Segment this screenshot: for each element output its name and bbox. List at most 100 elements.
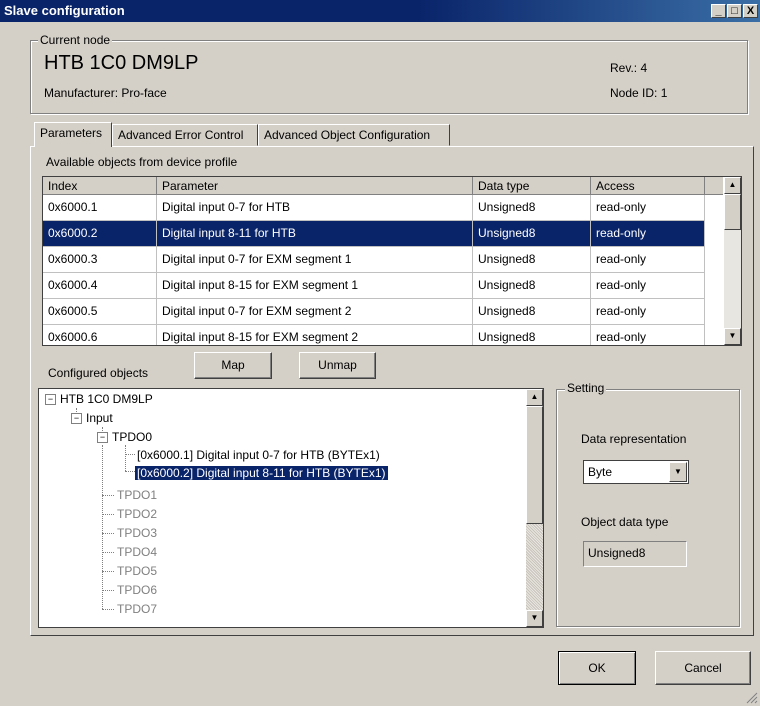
object-data-type-label: Object data type [581, 515, 669, 529]
window-title: Slave configuration [4, 3, 125, 18]
configured-objects-caption: Configured objects [48, 366, 149, 380]
tab-parameters[interactable]: Parameters [34, 122, 112, 147]
tab-advanced-object-configuration[interactable]: Advanced Object Configuration [258, 124, 450, 146]
tree-line [125, 471, 135, 472]
tree-entry-selected[interactable]: [0x6000.2] Digital input 8-11 for HTB (B… [134, 465, 389, 482]
tree-node-label: HTB 1C0 DM9LP [60, 392, 153, 406]
table-row[interactable]: 0x6000.5 Digital input 0-7 for EXM segme… [43, 299, 723, 325]
tree-node-tpdo0[interactable]: − TPDO0 [97, 429, 152, 446]
node-id-label: Node ID: 1 [610, 86, 668, 100]
cancel-button[interactable]: Cancel [655, 651, 751, 685]
data-representation-label: Data representation [581, 432, 687, 446]
header-filler [705, 177, 723, 195]
cell-data-type: Unsigned8 [473, 325, 591, 345]
unmap-button[interactable]: Unmap [299, 352, 376, 379]
available-objects-table[interactable]: Index Parameter Data type Access 0x6000.… [42, 176, 742, 346]
collapse-icon[interactable]: − [45, 394, 56, 406]
cell-index: 0x6000.3 [43, 247, 157, 273]
cell-index: 0x6000.5 [43, 299, 157, 325]
cell-parameter: Digital input 8-15 for EXM segment 2 [157, 325, 473, 345]
tree-node-tpdo3[interactable]: TPDO3 [117, 525, 157, 542]
cell-data-type: Unsigned8 [473, 273, 591, 299]
data-representation-select[interactable]: Byte ▼ [583, 460, 689, 484]
tree-line [102, 609, 114, 610]
revision-label: Rev.: 4 [610, 61, 648, 75]
tree-node-tpdo2[interactable]: TPDO2 [117, 506, 157, 523]
chevron-down-icon[interactable]: ▼ [669, 462, 687, 482]
cell-parameter: Digital input 8-15 for EXM segment 1 [157, 273, 473, 299]
scroll-down-icon[interactable]: ▼ [526, 610, 543, 627]
tree-node-tpdo7[interactable]: TPDO7 [117, 601, 157, 618]
configured-objects-tree[interactable]: − HTB 1C0 DM9LP − Input − TPDO0 [0x6000.1] … [38, 388, 544, 628]
node-name: HTB 1C0 DM9LP [44, 52, 199, 74]
cell-parameter: Digital input 8-11 for HTB [157, 221, 473, 247]
tree-line [102, 590, 114, 591]
tree-line [125, 445, 126, 471]
tree-node-tpdo5[interactable]: TPDO5 [117, 563, 157, 580]
table-row[interactable]: 0x6000.6 Digital input 8-15 for EXM segm… [43, 325, 723, 345]
column-header-data-type[interactable]: Data type [473, 177, 591, 195]
cell-index: 0x6000.2 [43, 221, 157, 247]
column-header-index[interactable]: Index [43, 177, 157, 195]
cell-index: 0x6000.4 [43, 273, 157, 299]
cell-data-type: Unsigned8 [473, 195, 591, 221]
tree-line [102, 533, 114, 534]
cell-parameter: Digital input 0-7 for HTB [157, 195, 473, 221]
table-scrollbar[interactable]: ▲ ▼ [724, 177, 741, 345]
tree-node-tpdo1[interactable]: TPDO1 [117, 487, 157, 504]
tree-node-tpdo4[interactable]: TPDO4 [117, 544, 157, 561]
cell-index: 0x6000.6 [43, 325, 157, 345]
current-node-legend: Current node [38, 33, 113, 47]
resize-grip-icon[interactable] [744, 690, 758, 704]
close-button[interactable]: X [743, 4, 758, 18]
tab-advanced-error-control[interactable]: Advanced Error Control [112, 124, 258, 146]
manufacturer-label: Manufacturer: Pro-face [44, 86, 167, 100]
cell-index: 0x6000.1 [43, 195, 157, 221]
tree-line [125, 454, 135, 455]
collapse-icon[interactable]: − [97, 432, 108, 444]
table-row[interactable]: 0x6000.1 Digital input 0-7 for HTB Unsig… [43, 195, 723, 221]
column-header-parameter[interactable]: Parameter [157, 177, 473, 195]
setting-group [556, 389, 740, 627]
cell-access: read-only [591, 325, 705, 345]
cell-data-type: Unsigned8 [473, 247, 591, 273]
table-row[interactable]: 0x6000.3 Digital input 0-7 for EXM segme… [43, 247, 723, 273]
tree-scrollbar[interactable]: ▲ ▼ [526, 389, 543, 627]
tree-line [102, 445, 103, 609]
title-bar: Slave configuration _ □ X [0, 0, 760, 22]
tree-line [102, 514, 114, 515]
table-row-selected[interactable]: 0x6000.2 Digital input 8-11 for HTB Unsi… [43, 221, 723, 247]
tree-node-label: TPDO0 [112, 430, 153, 444]
tree-line [102, 495, 114, 496]
cell-access: read-only [591, 273, 705, 299]
cell-access: read-only [591, 299, 705, 325]
tree-node-input[interactable]: − Input [71, 410, 113, 427]
tree-line [102, 552, 114, 553]
cell-access: read-only [591, 221, 705, 247]
table-row[interactable]: 0x6000.4 Digital input 8-15 for EXM segm… [43, 273, 723, 299]
scroll-thumb[interactable] [724, 194, 741, 230]
scroll-down-icon[interactable]: ▼ [724, 328, 741, 345]
available-objects-caption: Available objects from device profile [46, 155, 238, 169]
tree-entry-label: [0x6000.1] Digital input 0-7 for HTB (BY… [137, 448, 380, 462]
maximize-button[interactable]: □ [727, 4, 742, 18]
tree-node-tpdo6[interactable]: TPDO6 [117, 582, 157, 599]
tree-node-root[interactable]: − HTB 1C0 DM9LP [45, 391, 153, 408]
ok-button[interactable]: OK [558, 651, 636, 685]
tree-line [102, 571, 114, 572]
collapse-icon[interactable]: − [71, 413, 82, 425]
select-value: Byte [588, 465, 613, 479]
scroll-up-icon[interactable]: ▲ [526, 389, 543, 406]
setting-legend: Setting [565, 381, 607, 395]
tree-node-label: Input [86, 411, 113, 425]
tree-entry[interactable]: [0x6000.1] Digital input 0-7 for HTB (BY… [137, 447, 380, 464]
scroll-thumb[interactable] [526, 406, 543, 524]
scroll-up-icon[interactable]: ▲ [724, 177, 741, 194]
cell-access: read-only [591, 247, 705, 273]
minimize-button[interactable]: _ [711, 4, 726, 18]
cell-parameter: Digital input 0-7 for EXM segment 1 [157, 247, 473, 273]
cell-data-type: Unsigned8 [473, 221, 591, 247]
object-data-type-field: Unsigned8 [583, 541, 687, 567]
column-header-access[interactable]: Access [591, 177, 705, 195]
map-button[interactable]: Map [194, 352, 272, 379]
